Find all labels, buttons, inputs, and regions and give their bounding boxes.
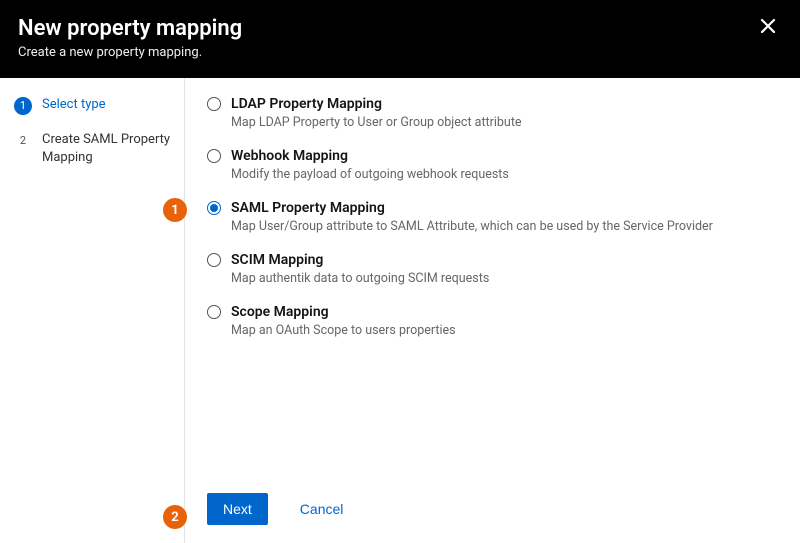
wizard-sidebar: 1 Select type 2 Create SAML Property Map…	[0, 78, 185, 543]
dialog-body: 1 Select type 2 Create SAML Property Map…	[0, 78, 800, 543]
wizard-main: LDAP Property Mapping Map LDAP Property …	[185, 78, 800, 543]
wizard-step-select-type[interactable]: 1 Select type	[14, 96, 176, 115]
option-title: SAML Property Mapping	[231, 200, 385, 216]
option-desc: Map User/Group attribute to SAML Attribu…	[231, 219, 780, 234]
next-button[interactable]: Next	[207, 493, 268, 525]
radio-icon[interactable]	[207, 305, 221, 319]
dialog-subtitle: Create a new property mapping.	[18, 45, 776, 60]
radio-icon[interactable]	[207, 253, 221, 267]
step-number: 1	[14, 97, 32, 115]
cancel-button[interactable]: Cancel	[300, 501, 344, 517]
option-saml-property-mapping[interactable]: SAML Property Mapping Map User/Group att…	[207, 200, 780, 234]
option-desc: Map authentik data to outgoing SCIM requ…	[231, 271, 780, 286]
dialog-header: New property mapping Create a new proper…	[0, 0, 800, 78]
option-desc: Map LDAP Property to User or Group objec…	[231, 115, 780, 130]
option-ldap-property-mapping[interactable]: LDAP Property Mapping Map LDAP Property …	[207, 96, 780, 130]
option-title: Webhook Mapping	[231, 148, 348, 164]
option-desc: Modify the payload of outgoing webhook r…	[231, 167, 780, 182]
close-icon[interactable]	[760, 18, 778, 36]
option-webhook-mapping[interactable]: Webhook Mapping Modify the payload of ou…	[207, 148, 780, 182]
option-scim-mapping[interactable]: SCIM Mapping Map authentik data to outgo…	[207, 252, 780, 286]
mapping-type-options: LDAP Property Mapping Map LDAP Property …	[207, 96, 780, 479]
option-title: LDAP Property Mapping	[231, 96, 382, 112]
radio-icon[interactable]	[207, 149, 221, 163]
option-title: Scope Mapping	[231, 304, 329, 320]
option-desc: Map an OAuth Scope to users properties	[231, 323, 780, 338]
wizard-step-create-saml[interactable]: 2 Create SAML Property Mapping	[14, 131, 176, 166]
step-number: 2	[14, 132, 32, 150]
option-scope-mapping[interactable]: Scope Mapping Map an OAuth Scope to user…	[207, 304, 780, 338]
radio-icon[interactable]	[207, 97, 221, 111]
dialog-title: New property mapping	[18, 16, 776, 41]
step-label: Select type	[42, 96, 106, 114]
step-label: Create SAML Property Mapping	[42, 131, 176, 166]
option-title: SCIM Mapping	[231, 252, 323, 268]
wizard-footer: Next Cancel	[207, 479, 780, 543]
radio-icon[interactable]	[207, 201, 221, 215]
